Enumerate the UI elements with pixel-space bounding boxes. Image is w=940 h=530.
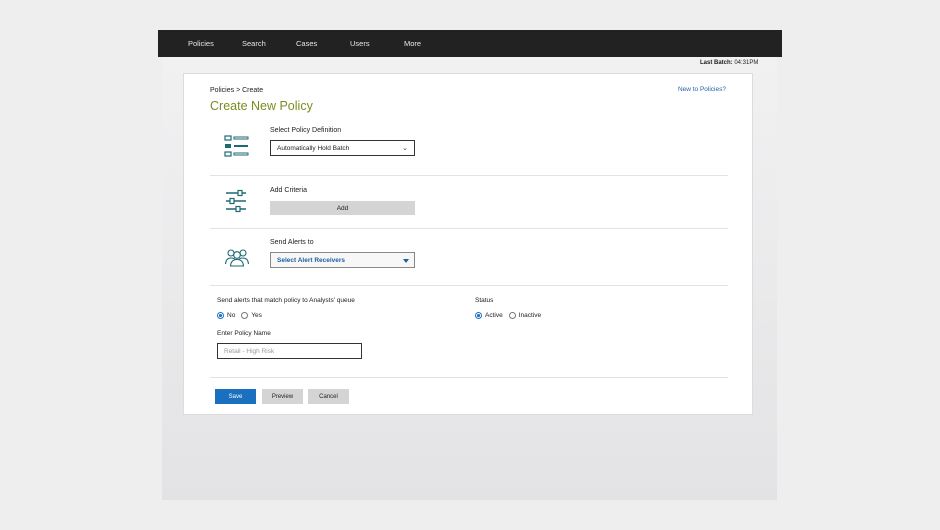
- criteria-label: Add Criteria: [270, 187, 307, 194]
- caret-down-icon: [403, 259, 409, 263]
- divider: [210, 377, 728, 378]
- policy-definition-select[interactable]: Automatically Hold Batch ⌄: [270, 140, 415, 156]
- queue-yes-label[interactable]: Yes: [251, 312, 262, 319]
- users-group-icon: [224, 249, 250, 267]
- send-alerts-label: Send Alerts to: [270, 239, 314, 246]
- breadcrumb: Policies > Create: [210, 87, 263, 94]
- policy-name-label: Enter Policy Name: [217, 330, 271, 337]
- list-icon: [224, 135, 249, 157]
- policy-definition-value: Automatically Hold Batch: [277, 144, 350, 152]
- nav-item-more[interactable]: More: [404, 39, 458, 48]
- policy-definition-section: Select Policy Definition Automatically H…: [210, 126, 728, 174]
- save-button[interactable]: Save: [215, 389, 256, 404]
- divider: [210, 175, 728, 176]
- status-label: Status: [475, 297, 494, 304]
- create-policy-card: Policies > Create New to Policies? Creat…: [183, 73, 753, 415]
- queue-no-radio[interactable]: [217, 312, 224, 319]
- queue-no-label[interactable]: No: [227, 312, 235, 319]
- analyst-queue-label: Send alerts that match policy to Analyst…: [217, 297, 355, 304]
- top-navbar: Policies Search Cases Users More: [158, 30, 782, 57]
- last-batch-label: Last Batch:: [700, 60, 733, 66]
- nav-item-search[interactable]: Search: [242, 39, 296, 48]
- alert-receivers-value: Select Alert Receivers: [277, 256, 346, 264]
- alerts-section: Send Alerts to Select Alert Receivers: [210, 236, 728, 286]
- policy-definition-label: Select Policy Definition: [270, 127, 342, 134]
- preview-button[interactable]: Preview: [262, 389, 303, 404]
- nav-item-policies[interactable]: Policies: [188, 39, 242, 48]
- nav-item-users[interactable]: Users: [350, 39, 404, 48]
- chevron-down-icon: ⌄: [402, 145, 408, 152]
- breadcrumb-policies[interactable]: Policies: [210, 87, 234, 94]
- status-inactive-label[interactable]: Inactive: [519, 312, 541, 319]
- policy-name-input[interactable]: [217, 343, 362, 359]
- status-active-label[interactable]: Active: [485, 312, 503, 319]
- breadcrumb-current: Create: [242, 87, 264, 94]
- status-radio-group: Active Inactive: [475, 312, 547, 319]
- status-active-radio[interactable]: [475, 312, 482, 319]
- page-title: Create New Policy: [210, 99, 313, 113]
- queue-yes-radio[interactable]: [241, 312, 249, 319]
- new-to-policies-link[interactable]: New to Policies?: [678, 86, 726, 93]
- breadcrumb-separator: >: [236, 87, 241, 94]
- status-inactive-radio[interactable]: [508, 312, 516, 319]
- nav-item-cases[interactable]: Cases: [296, 39, 350, 48]
- divider: [210, 228, 728, 229]
- last-batch-time: 04:31PM: [734, 60, 759, 66]
- alert-receivers-select[interactable]: Select Alert Receivers: [270, 252, 415, 268]
- last-batch-status: Last Batch: 04:31PM: [700, 60, 758, 66]
- divider: [210, 285, 728, 286]
- add-criteria-button[interactable]: Add: [270, 201, 415, 215]
- criteria-section: Add Criteria Add: [210, 184, 728, 228]
- cancel-button[interactable]: Cancel: [308, 389, 349, 404]
- sliders-icon: [226, 189, 246, 213]
- analyst-queue-radio-group: No Yes: [217, 312, 268, 319]
